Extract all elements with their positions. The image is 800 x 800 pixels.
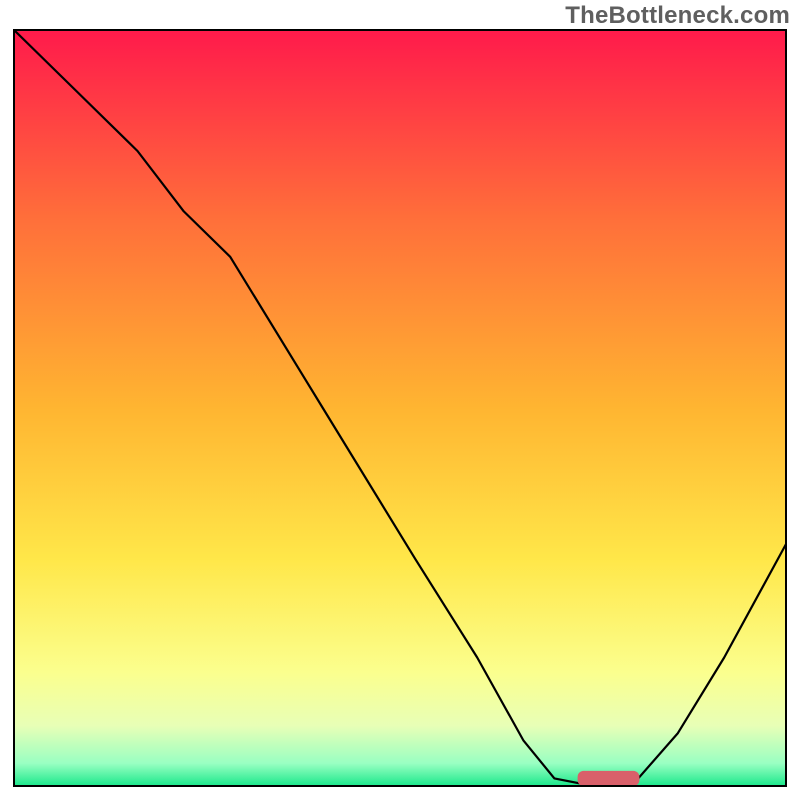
bottleneck-chart (0, 0, 800, 800)
optimal-marker (578, 771, 640, 786)
chart-stage: TheBottleneck.com (0, 0, 800, 800)
